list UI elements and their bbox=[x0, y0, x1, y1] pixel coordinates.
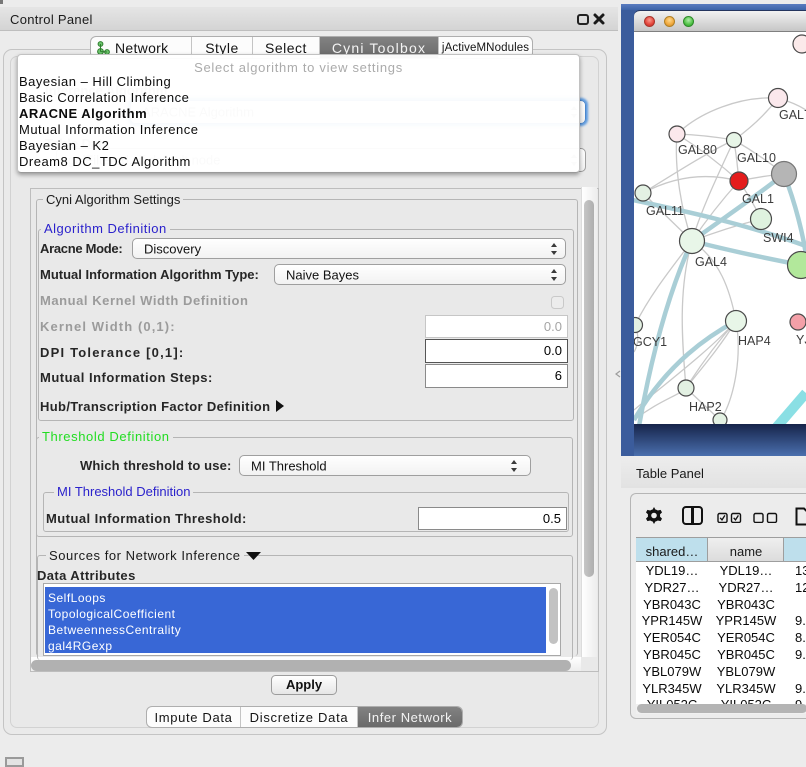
svg-text:GAL7: GAL7 bbox=[779, 108, 806, 122]
svg-text:SWI4: SWI4 bbox=[763, 231, 794, 245]
svg-text:GAL11: GAL11 bbox=[646, 204, 684, 218]
svg-text:HAP4: HAP4 bbox=[738, 334, 771, 348]
svg-text:HAP2: HAP2 bbox=[689, 400, 722, 414]
svg-text:YJ: YJ bbox=[796, 333, 806, 347]
svg-text:GAL1: GAL1 bbox=[742, 192, 774, 206]
svg-text:GCY1: GCY1 bbox=[634, 335, 667, 349]
svg-text:GAL10: GAL10 bbox=[737, 151, 776, 165]
svg-text:GAL80: GAL80 bbox=[678, 143, 717, 157]
svg-text:GAL4: GAL4 bbox=[695, 255, 727, 269]
